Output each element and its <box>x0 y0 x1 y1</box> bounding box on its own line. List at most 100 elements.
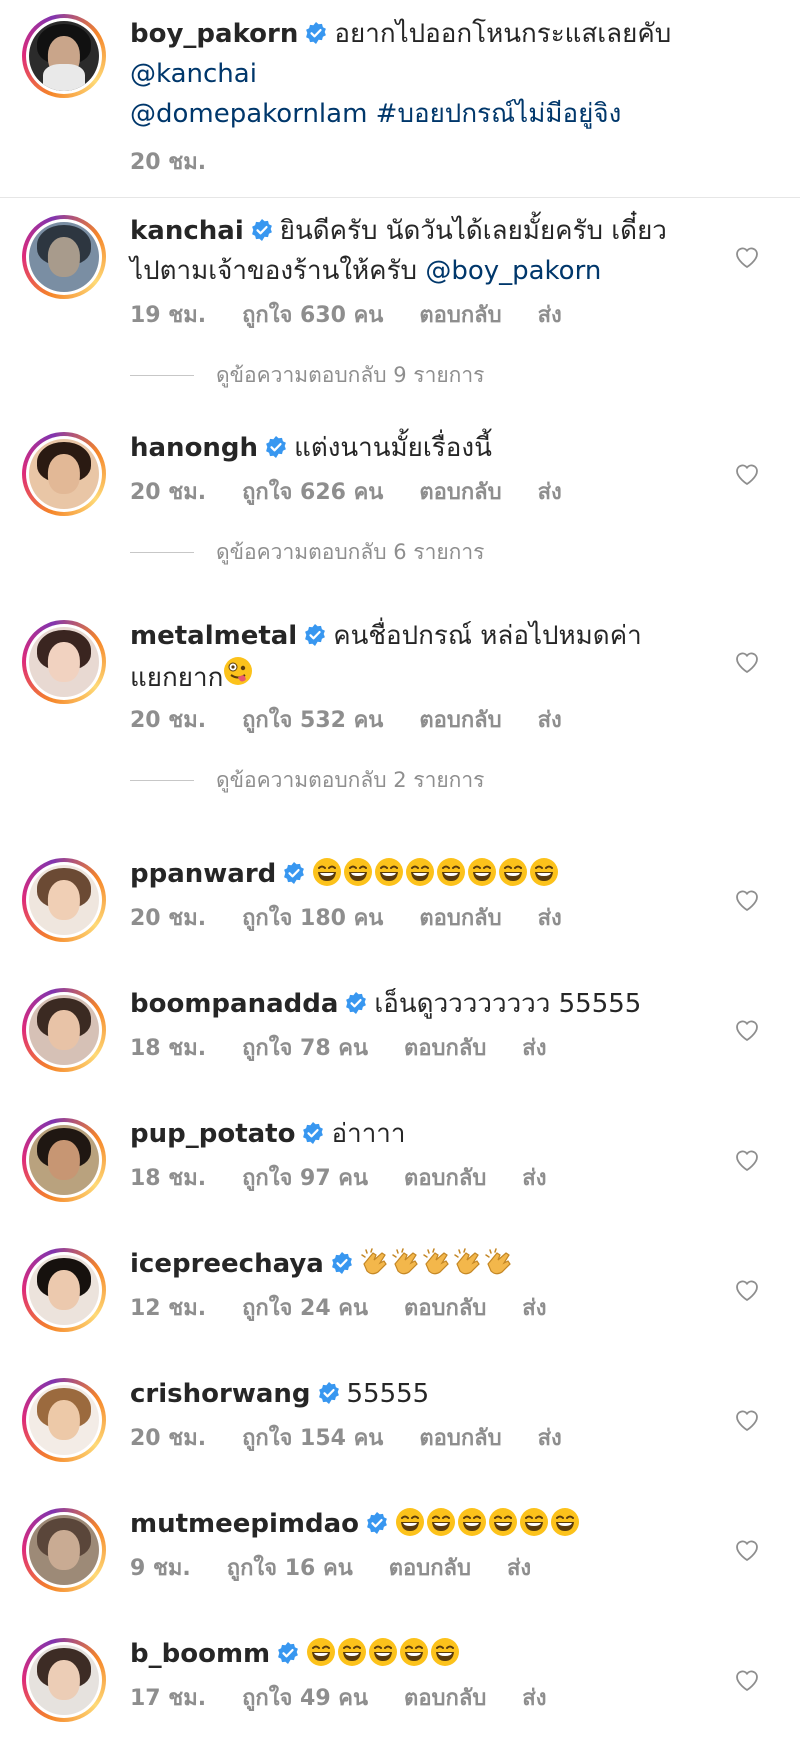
username[interactable]: crishorwang <box>130 1379 311 1409</box>
like-heart-icon[interactable] <box>734 1018 760 1042</box>
username[interactable]: ppanward <box>130 859 276 889</box>
username[interactable]: b_boomm <box>130 1639 270 1669</box>
laughing-face-icon <box>400 1638 429 1666</box>
reply-button[interactable]: ตอบกลับ <box>404 1686 486 1711</box>
username[interactable]: mutmeepimdao <box>130 1509 359 1539</box>
view-replies-link[interactable]: ดูข้อความตอบกลับ 2 รายการ <box>130 764 484 797</box>
username[interactable]: metalmetal <box>130 621 297 651</box>
likes-count[interactable]: ถูกใจ 16 คน <box>227 1556 353 1581</box>
avatar[interactable] <box>22 432 106 516</box>
laughing-face-icon <box>520 1508 549 1536</box>
laughing-face-icon <box>431 1638 460 1666</box>
timestamp: 9 ชม. <box>130 1556 191 1581</box>
send-button[interactable]: ส่ง <box>538 906 562 931</box>
timestamp: 20 ชม. <box>130 150 207 175</box>
send-button[interactable]: ส่ง <box>538 480 562 505</box>
send-button[interactable]: ส่ง <box>522 1686 546 1711</box>
send-button[interactable]: ส่ง <box>538 1426 562 1451</box>
comment-text: mutmeepimdao <box>130 1504 720 1549</box>
like-heart-icon[interactable] <box>734 1148 760 1172</box>
verified-badge-icon <box>278 1642 299 1664</box>
likes-count[interactable]: ถูกใจ 49 คน <box>242 1686 368 1711</box>
reply-button[interactable]: ตอบกลับ <box>419 480 501 505</box>
emoji-row <box>360 1247 515 1289</box>
like-heart-icon[interactable] <box>734 245 760 269</box>
avatar[interactable] <box>22 215 106 299</box>
emoji-row <box>395 1507 581 1549</box>
verified-badge-icon <box>318 1382 339 1404</box>
avatar[interactable] <box>22 1378 106 1462</box>
laughing-face-icon <box>307 1638 336 1666</box>
reply-button[interactable]: ตอบกลับ <box>404 1296 486 1321</box>
like-heart-icon[interactable] <box>734 650 760 674</box>
avatar[interactable] <box>22 620 106 704</box>
send-button[interactable]: ส่ง <box>538 708 562 733</box>
like-heart-icon[interactable] <box>734 1668 760 1692</box>
view-replies-label: ดูข้อความตอบกลับ 9 รายการ <box>216 363 485 387</box>
reply-button[interactable]: ตอบกลับ <box>404 1166 486 1191</box>
verified-badge-icon <box>284 862 305 884</box>
avatar[interactable] <box>22 1248 106 1332</box>
timestamp: 12 ชม. <box>130 1296 207 1321</box>
laughing-face-icon <box>468 858 497 886</box>
reply-button[interactable]: ตอบกลับ <box>419 906 501 931</box>
laughing-face-icon <box>375 858 404 886</box>
mention-link[interactable]: @boy_pakorn <box>425 256 601 286</box>
likes-count[interactable]: ถูกใจ 24 คน <box>242 1296 368 1321</box>
reply-button[interactable]: ตอบกลับ <box>419 1426 501 1451</box>
divider-line <box>130 375 194 376</box>
like-heart-icon[interactable] <box>734 1278 760 1302</box>
laughing-face-icon <box>458 1508 487 1536</box>
avatar[interactable] <box>22 858 106 942</box>
username[interactable]: kanchai <box>130 216 244 246</box>
comment-text: icepreechaya <box>130 1244 720 1289</box>
mention-link[interactable]: @kanchai <box>130 59 257 89</box>
likes-count[interactable]: ถูกใจ 154 คน <box>242 1426 383 1451</box>
avatar[interactable] <box>22 14 106 98</box>
like-heart-icon[interactable] <box>734 1408 760 1432</box>
reply-button[interactable]: ตอบกลับ <box>419 303 501 328</box>
view-replies-link[interactable]: ดูข้อความตอบกลับ 9 รายการ <box>130 359 484 392</box>
caption-body: อยากไปออกโหนกระแสเลยคับ <box>334 19 672 49</box>
likes-count[interactable]: ถูกใจ 78 คน <box>242 1036 368 1061</box>
username[interactable]: boy_pakorn <box>130 19 298 49</box>
username[interactable]: pup_potato <box>130 1119 295 1149</box>
view-replies-link[interactable]: ดูข้อความตอบกลับ 6 รายการ <box>130 536 484 569</box>
send-button[interactable]: ส่ง <box>522 1036 546 1061</box>
username[interactable]: icepreechaya <box>130 1249 324 1279</box>
reply-button[interactable]: ตอบกลับ <box>389 1556 471 1581</box>
like-heart-icon[interactable] <box>734 1538 760 1562</box>
like-heart-icon[interactable] <box>734 888 760 912</box>
likes-count[interactable]: ถูกใจ 180 คน <box>242 906 383 931</box>
reply-button[interactable]: ตอบกลับ <box>404 1036 486 1061</box>
likes-count[interactable]: ถูกใจ 626 คน <box>242 480 383 505</box>
avatar[interactable] <box>22 1508 106 1592</box>
laughing-face-icon <box>489 1508 518 1536</box>
send-button[interactable]: ส่ง <box>507 1556 531 1581</box>
likes-count[interactable]: ถูกใจ 97 คน <box>242 1166 368 1191</box>
likes-count[interactable]: ถูกใจ 532 คน <box>242 708 383 733</box>
laughing-face-icon <box>437 858 466 886</box>
post-caption: boy_pakorn อยากไปออกโหนกระแสเลยคับ @kanch… <box>0 0 800 198</box>
timestamp: 18 ชม. <box>130 1036 207 1061</box>
mention-link[interactable]: @domepakornlam <box>130 99 367 129</box>
avatar[interactable] <box>22 1118 106 1202</box>
hashtag-link[interactable]: #บอยปกรณ์ไม่มีอยู่จิง <box>376 99 622 129</box>
avatar[interactable] <box>22 1638 106 1722</box>
clapping-hands-icon <box>454 1248 480 1275</box>
send-button[interactable]: ส่ง <box>538 303 562 328</box>
comment-body: ไปตามเจ้าของร้านให้ครับ <box>130 256 418 286</box>
username[interactable]: boompanadda <box>130 989 338 1019</box>
comment-text: boompanadda เอ็นดูวววววววว 55555 <box>130 984 720 1024</box>
like-heart-icon[interactable] <box>734 462 760 486</box>
username[interactable]: hanongh <box>130 433 258 463</box>
avatar[interactable] <box>22 988 106 1072</box>
send-button[interactable]: ส่ง <box>522 1296 546 1321</box>
comment-text: crishorwang 55555 <box>130 1374 720 1414</box>
timestamp: 20 ชม. <box>130 708 207 733</box>
send-button[interactable]: ส่ง <box>522 1166 546 1191</box>
reply-button[interactable]: ตอบกลับ <box>419 708 501 733</box>
likes-count[interactable]: ถูกใจ 630 คน <box>242 303 383 328</box>
laughing-face-icon <box>530 858 559 886</box>
verified-badge-icon <box>305 624 326 646</box>
